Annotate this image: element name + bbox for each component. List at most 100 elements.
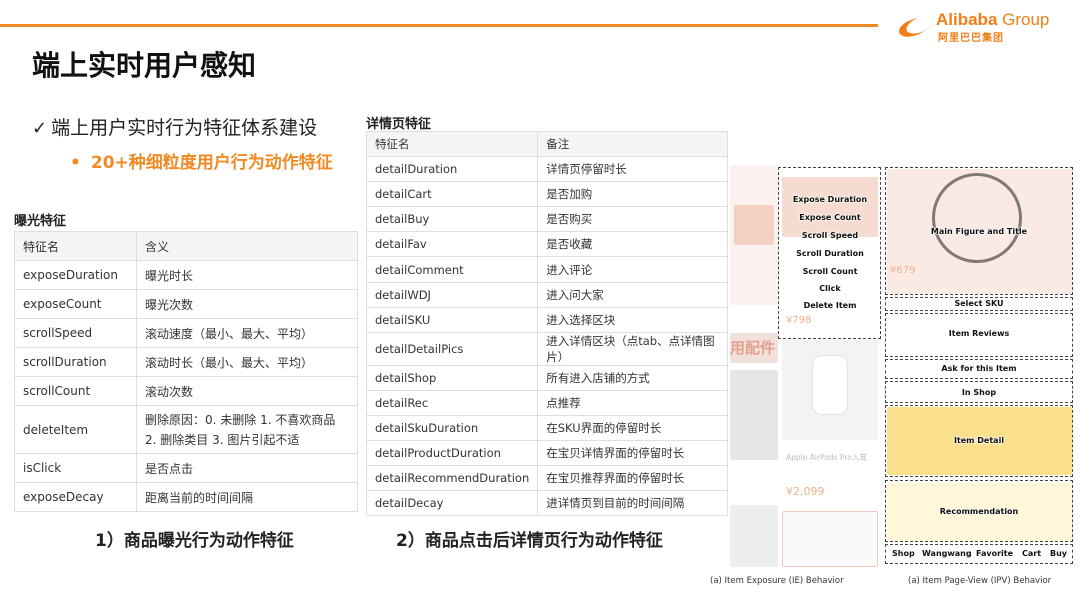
sub-bullet: • 20+种细粒度用户行为动作特征 [70,153,333,173]
feature-desc-cell: 在宝贝推荐界面的停留时长 [537,465,728,492]
feature-desc-cell: 删除原因：0. 未删除 1. 不喜欢商品 2. 删除类目 3. 图片引起不适 [136,405,358,454]
column-header: 含义 [136,231,358,261]
feature-desc-cell: 点推荐 [537,389,728,416]
table-row: detailFav 是否收藏 [365,231,728,258]
feature-name-cell: exposeDecay [14,482,137,512]
main-bullet: ✓ 端上用户实时行为特征体系建设 [32,117,318,139]
feature-name-cell: detailRecommendDuration [365,465,539,492]
feature-desc-cell: 在SKU界面的停留时长 [537,414,728,442]
feature-desc-cell: 曝光次数 [136,289,358,319]
feature-desc-cell: 进入问大家 [537,281,728,308]
feature-name-cell: detailWDJ [365,281,539,308]
table-row: detailBuy 是否购买 [365,206,728,233]
header-accent-line [0,24,878,27]
ipv-label-favorite: Favorite [976,549,1014,558]
table-row: scrollCount 滚动次数 [14,376,358,406]
feature-desc-cell: 详情页停留时长 [537,156,728,183]
table-header-row: 特征名 备注 [365,130,728,158]
ie-label: Scroll Speed [801,231,859,240]
product-image [734,205,774,245]
detail-caption: 2）商品点击后详情页行为动作特征 [396,531,663,551]
feature-desc-cell: 进入评论 [537,256,728,283]
table-row: detailProductDuration 在宝贝详情界面的停留时长 [365,440,728,467]
ie-label: Delete Item [803,301,857,310]
feature-name-cell: scrollSpeed [14,318,137,348]
feature-desc-cell: 是否收藏 [537,231,728,258]
feature-desc-cell: 距离当前的时间间隔 [136,482,358,512]
brand-name: Alibaba Group [936,10,1050,29]
bullet-dot-icon: • [70,153,81,173]
feature-desc-cell: 是否点击 [136,453,358,483]
table-row: detailRec 点推荐 [365,389,728,416]
feature-desc-cell: 进入选择区块 [537,306,728,333]
figure-caption-ie: (a) Item Exposure (IE) Behavior [710,576,844,586]
alibaba-logo-icon [899,18,932,37]
feature-desc-cell: 滚动速度（最小、最大、平均） [136,318,358,348]
page-title: 端上实时用户感知 [32,49,257,82]
ie-label: Click [819,284,841,293]
behavior-illustration: 用配件 Apple AirPods Pro入耳 ¥2,099 ¥798 ¥679… [730,165,1075,567]
feature-name-cell: detailRec [365,389,539,416]
feature-name-cell: detailSkuDuration [365,414,539,442]
ipv-label: Recommendation [939,507,1019,516]
table-row: scrollDuration 滚动时长（最小、最大、平均） [14,347,358,377]
table-row: exposeCount 曝光次数 [14,289,358,319]
ipv-label: Select SKU [954,299,1004,308]
table-row: detailWDJ 进入问大家 [365,281,728,308]
feature-name-cell: detailBuy [365,206,539,233]
expose-section-label: 曝光特征 [14,214,67,229]
feature-name-cell: exposeDuration [14,260,137,290]
table-row: exposeDecay 距离当前的时间间隔 [14,482,358,512]
feature-desc-cell: 进详情页到目前的时间间隔 [537,490,728,517]
table-row: isClick 是否点击 [14,453,358,483]
feature-name-cell: detailDetailPics [365,331,539,366]
table-row: detailDetailPics 进入详情区块（点tab、点详情图片） [365,331,728,366]
figure-caption-ipv: (a) Item Page-View (IPV) Behavior [908,576,1052,586]
feature-desc-cell: 进入详情区块（点tab、点详情图片） [537,331,728,366]
detail-section-label: 详情页特征 [366,117,432,132]
feature-desc-cell: 是否加购 [537,181,728,208]
ie-label: Expose Count [799,213,861,222]
check-icon: ✓ [32,118,48,139]
feature-desc-cell: 是否购买 [537,206,728,233]
feature-desc-cell: 在宝贝详情界面的停留时长 [537,440,728,467]
feature-name-cell: detailCart [365,181,539,208]
detail-feature-table: 特征名 备注 detailDuration 详情页停留时长 detailCart 是… [365,130,728,517]
table-row: deleteItem 删除原因：0. 未删除 1. 不喜欢商品 2. 删除类目 … [14,405,358,454]
ipv-label-cart: Cart [1022,549,1042,558]
ipv-label-buy: Buy [1050,549,1068,558]
product-image [730,505,778,567]
airpods-title: Apple AirPods Pro入耳 [786,453,867,462]
feature-name-cell: detailShop [365,364,539,391]
price-text: ¥2,099 [786,485,825,498]
table-row: detailSKU 进入选择区块 [365,306,728,333]
table-row: detailCart 是否加购 [365,181,728,208]
feature-name-cell: scrollCount [14,376,137,406]
alibaba-group-logo: Alibaba Group 阿里巴巴集团 [896,8,1072,48]
feature-name-cell: detailSKU [365,306,539,333]
feature-name-cell: detailFav [365,231,539,258]
ipv-label: Item Reviews [948,329,1010,338]
brand-name-cn: 阿里巴巴集团 [938,33,1004,44]
table-row: exposeDuration 曝光时长 [14,260,358,290]
table-row: scrollSpeed 滚动速度（最小、最大、平均） [14,318,358,348]
table-header-row: 特征名 含义 [14,231,358,261]
ie-label: Scroll Duration [796,249,864,258]
accessories-text: 用配件 [730,333,778,363]
table-row: detailDuration 详情页停留时长 [365,156,728,183]
product-image [730,370,778,460]
table-row: detailDecay 进详情页到目前的时间间隔 [365,490,728,517]
ipv-label: Main Figure and Title [930,227,1028,236]
feature-name-cell: detailDecay [365,490,539,517]
ipv-label: Ask for this Item [941,364,1017,373]
column-header: 特征名 [14,231,137,261]
feature-name-cell: isClick [14,453,137,483]
ipv-label-shop: Shop [892,549,915,558]
ipv-label-wangwang: Wangwang [922,549,972,558]
feature-name-cell: deleteItem [14,405,137,454]
table-row: detailRecommendDuration 在宝贝推荐界面的停留时长 [365,465,728,492]
product-image [782,511,878,567]
feature-desc-cell: 所有进入店铺的方式 [537,364,728,391]
ipv-label: Item Detail [953,436,1005,445]
feature-name-cell: detailProductDuration [365,440,539,467]
